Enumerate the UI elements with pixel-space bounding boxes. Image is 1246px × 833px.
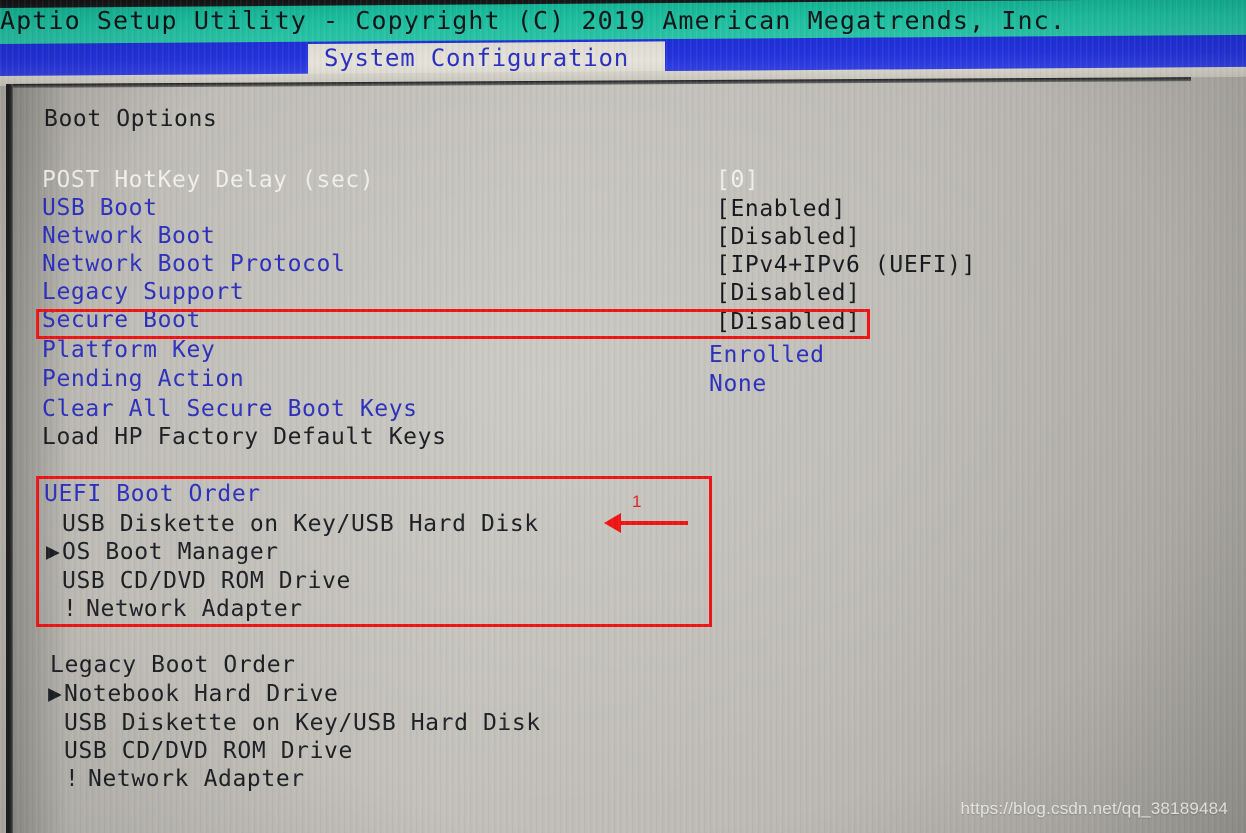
bios-screenshot: Aptio Setup Utility - Copyright (C) 2019…	[0, 0, 1246, 833]
legacy-boot-order-title: Legacy Boot Order	[50, 652, 296, 678]
annotation-box-secure-boot	[36, 309, 870, 339]
setting-value-network-boot[interactable]: [Disabled]	[716, 224, 860, 250]
annotation-arrow-line	[620, 521, 688, 525]
setting-label-platform-key[interactable]: Platform Key	[42, 337, 215, 363]
legacy-boot-item-network-adapter[interactable]: Network Adapter	[88, 766, 305, 792]
utility-title: Aptio Setup Utility - Copyright (C) 2019…	[0, 6, 1066, 36]
setting-value-pending-action[interactable]: None	[709, 371, 767, 397]
annotation-arrow-head-icon	[604, 513, 621, 533]
annotation-box-uefi-boot-order	[36, 476, 712, 627]
panel-frame-left	[6, 84, 13, 833]
setting-value-legacy-support[interactable]: [Disabled]	[716, 280, 860, 306]
setting-label-usb-boot[interactable]: USB Boot	[42, 195, 158, 221]
setting-value-usb-boot[interactable]: [Enabled]	[716, 196, 846, 222]
section-title-boot-options: Boot Options	[44, 106, 218, 132]
setting-label-post-hotkey-delay[interactable]: POST HotKey Delay (sec)	[42, 167, 374, 193]
setting-value-network-boot-protocol[interactable]: [IPv4+IPv6 (UEFI)]	[716, 252, 976, 278]
setting-value-platform-key[interactable]: Enrolled	[709, 342, 825, 368]
legacy-boot-item-usb-cd-dvd-rom-drive[interactable]: USB CD/DVD ROM Drive	[64, 738, 353, 764]
setting-value-post-hotkey-delay[interactable]: [0]	[716, 167, 759, 193]
setting-label-pending-action[interactable]: Pending Action	[42, 366, 244, 392]
setting-label-clear-all-secure-boot-keys[interactable]: Clear All Secure Boot Keys	[42, 396, 418, 422]
setting-label-network-boot-protocol[interactable]: Network Boot Protocol	[42, 251, 345, 277]
setting-label-load-hp-factory-default-keys[interactable]: Load HP Factory Default Keys	[42, 424, 447, 450]
setting-label-legacy-support[interactable]: Legacy Support	[42, 279, 244, 305]
annotation-number-1: 1	[632, 492, 642, 511]
legacy-boot-item-usb-diskette[interactable]: USB Diskette on Key/USB Hard Disk	[64, 710, 541, 736]
watermark: https://blog.csdn.net/qq_38189484	[960, 799, 1228, 818]
legacy-boot-item-notebook-hard-drive[interactable]: Notebook Hard Drive	[64, 681, 339, 707]
setting-label-network-boot[interactable]: Network Boot	[42, 223, 215, 249]
legacy-boot-item-marker-network-adapter: !	[65, 766, 80, 792]
tab-label: System Configuration	[324, 43, 629, 72]
legacy-boot-item-marker-notebook-hard-drive: ▶	[48, 681, 63, 707]
